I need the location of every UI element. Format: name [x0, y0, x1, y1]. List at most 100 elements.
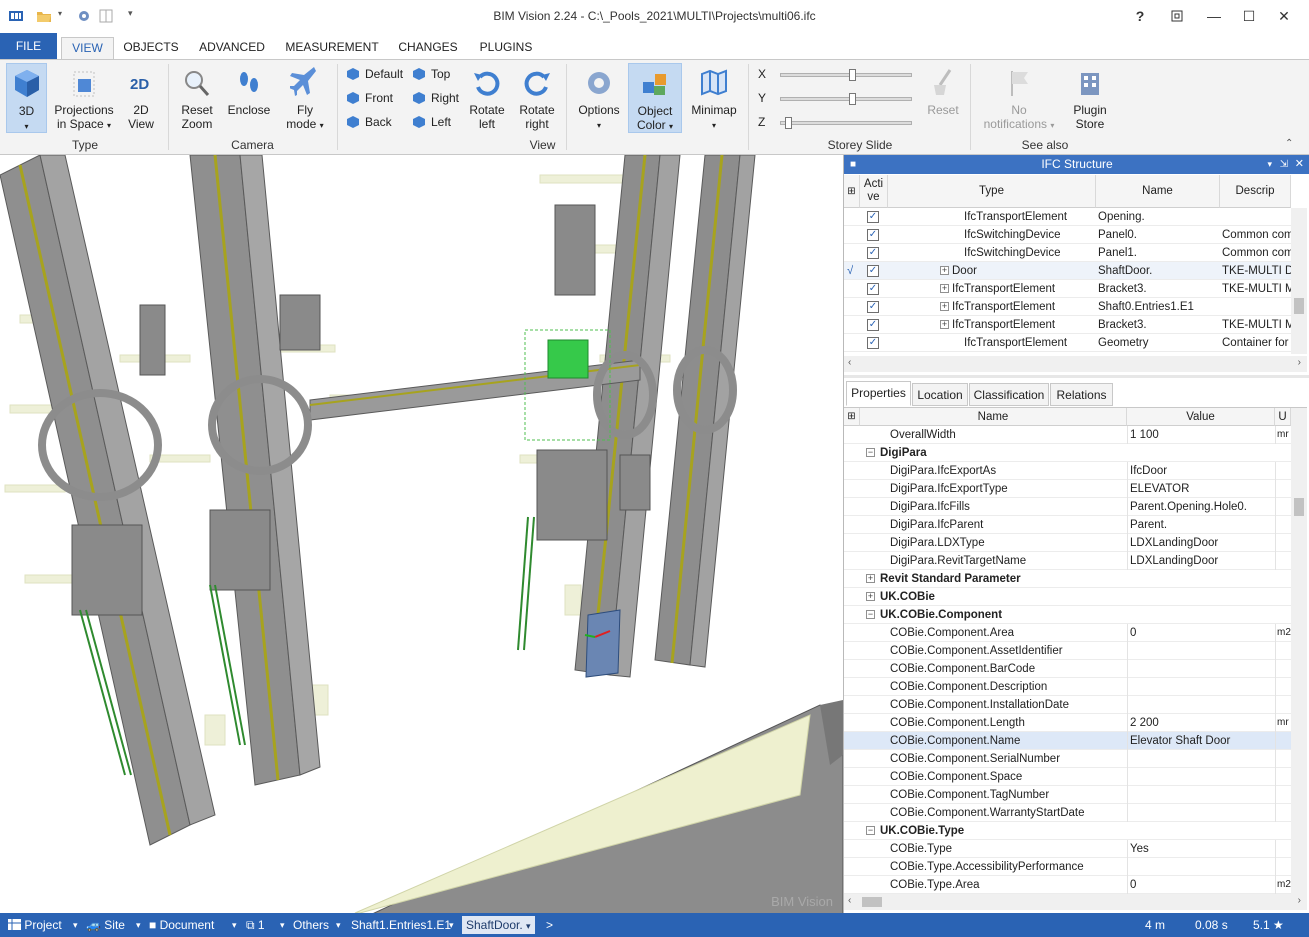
enclose-button[interactable]: Enclose	[225, 63, 273, 133]
notifications-button[interactable]: No notifications ▾	[978, 63, 1060, 133]
expand-icon[interactable]: +	[940, 302, 949, 311]
slider-x-thumb[interactable]	[848, 69, 856, 81]
property-section[interactable]: − UK.COBie.Type	[844, 822, 1291, 840]
property-row[interactable]: DigiPara.IfcExportAs IfcDoor	[844, 462, 1291, 480]
active-checkbox[interactable]: ✓	[867, 247, 879, 259]
view-2d-button[interactable]: 2D 2D View	[121, 63, 161, 133]
view-3d-button[interactable]: 3D ▾	[6, 63, 47, 133]
ifc-row[interactable]: ✓ IfcSwitchingDevice Panel1. Common comp	[844, 244, 1291, 262]
panel-float-icon[interactable]: ⇲	[1280, 155, 1288, 174]
slider-z-thumb[interactable]	[784, 117, 792, 129]
tab-location[interactable]: Location	[912, 383, 968, 406]
panel-menu-icon[interactable]: ▾	[1267, 155, 1272, 174]
breadcrumb-dropdown-icon[interactable]: ▾	[136, 913, 141, 937]
breadcrumb-others[interactable]: Others	[293, 913, 329, 937]
grid-options-icon[interactable]: ⊞	[844, 175, 860, 208]
fly-mode-button[interactable]: Fly mode ▾	[282, 63, 328, 133]
close-button[interactable]: ✕	[1269, 6, 1299, 26]
slider-z[interactable]	[780, 117, 912, 129]
slider-y[interactable]	[780, 93, 912, 105]
active-checkbox[interactable]: ✓	[867, 211, 879, 223]
tab-view[interactable]: VIEW	[61, 37, 114, 60]
properties-vertical-scrollbar[interactable]	[1291, 408, 1307, 894]
expand-icon[interactable]: +	[866, 592, 875, 601]
prop-scroll-right-icon[interactable]: ›	[1298, 895, 1301, 906]
property-row[interactable]: COBie.Type.AccessibilityPerformance	[844, 858, 1291, 876]
ifc-row[interactable]: ✓ + IfcTransportElement Bracket3. TKE-MULTI …	[844, 316, 1291, 334]
prop-scroll-left-icon[interactable]: ‹	[848, 895, 851, 906]
panel-splitter[interactable]	[844, 375, 1309, 378]
active-checkbox[interactable]: ✓	[867, 301, 879, 313]
ifc-row[interactable]: ✓ IfcSwitchingDevice Panel0. Common comp	[844, 226, 1291, 244]
ifc-row[interactable]: ✓ IfcTransportElement Opening.	[844, 208, 1291, 226]
column-description[interactable]: Descrip	[1220, 175, 1291, 208]
ifc-row[interactable]: ✓ + IfcTransportElement Bracket3. TKE-MULTI …	[844, 280, 1291, 298]
tab-objects[interactable]: OBJECTS	[118, 37, 184, 60]
scroll-left-icon[interactable]: ‹	[848, 357, 851, 368]
property-row[interactable]: COBie.Component.InstallationDate	[844, 696, 1291, 714]
view-back-button[interactable]: Back	[345, 113, 392, 131]
breadcrumb-project[interactable]: Project	[8, 913, 62, 937]
property-row[interactable]: COBie.Component.Name Elevator Shaft Door	[844, 732, 1291, 750]
property-row[interactable]: COBie.Component.WarrantyStartDate	[844, 804, 1291, 822]
column-prop-name[interactable]: Name	[860, 408, 1127, 426]
properties-horizontal-scrollbar[interactable]: ‹ ›	[844, 894, 1307, 910]
property-section[interactable]: − DigiPara	[844, 444, 1291, 462]
expand-icon[interactable]: +	[940, 266, 949, 275]
breadcrumb-site[interactable]: 🚙 Site	[86, 913, 125, 937]
3d-viewport[interactable]: BIM Vision	[0, 155, 843, 913]
view-default-button[interactable]: Default	[345, 65, 403, 83]
shaftdoor-dropdown-icon[interactable]: ▾	[526, 921, 531, 931]
view-top-button[interactable]: Top	[411, 65, 450, 83]
active-checkbox[interactable]: ✓	[867, 265, 879, 277]
property-row[interactable]: COBie.Component.AssetIdentifier	[844, 642, 1291, 660]
panel-pin-icon[interactable]: ■	[850, 155, 856, 174]
view-left-button[interactable]: Left	[411, 113, 451, 131]
tab-classification[interactable]: Classification	[969, 383, 1049, 406]
minimap-button[interactable]: Minimap ▾	[688, 63, 740, 133]
breadcrumb-storey[interactable]: ⧉ 1	[246, 913, 265, 937]
property-row[interactable]: COBie.Component.Length 2 200 mr	[844, 714, 1291, 732]
breadcrumb-document[interactable]: ■ Document	[149, 913, 214, 937]
options-button[interactable]: Options ▾	[574, 63, 624, 133]
property-section[interactable]: + Revit Standard Parameter	[844, 570, 1291, 588]
breadcrumb-shaftdoor[interactable]: ShaftDoor. ▾	[462, 916, 535, 934]
ifc-row[interactable]: √ ✓ +Door ShaftDoor. TKE-MULTI Do	[844, 262, 1291, 280]
column-active[interactable]: Acti ve	[860, 175, 888, 208]
view-right-button[interactable]: Right	[411, 89, 459, 107]
active-checkbox[interactable]: ✓	[867, 337, 879, 349]
breadcrumb-dropdown-icon[interactable]: ▾	[449, 913, 454, 937]
breadcrumb-dropdown-icon[interactable]: ▾	[336, 913, 341, 937]
minimize-button[interactable]: —	[1199, 6, 1229, 26]
object-color-button[interactable]: Object Color ▾	[628, 63, 682, 133]
property-section[interactable]: − UK.COBie.Component	[844, 606, 1291, 624]
column-name[interactable]: Name	[1096, 175, 1220, 208]
breadcrumb-entries[interactable]: Shaft1.Entries1.E1	[351, 913, 451, 937]
active-checkbox[interactable]: ✓	[867, 319, 879, 331]
properties-options-icon[interactable]: ⊞	[844, 408, 860, 426]
property-row[interactable]: DigiPara.RevitTargetName LDXLandingDoor	[844, 552, 1291, 570]
property-row[interactable]: COBie.Type.Area 0 m2	[844, 876, 1291, 894]
storey-reset-button[interactable]: Reset	[922, 63, 964, 133]
property-row[interactable]: DigiPara.IfcExportType ELEVATOR	[844, 480, 1291, 498]
properties-scroll-thumb[interactable]	[1294, 498, 1304, 516]
ifc-vertical-scrollbar[interactable]	[1291, 208, 1307, 354]
breadcrumb-dropdown-icon[interactable]: ▾	[73, 913, 78, 937]
active-checkbox[interactable]: ✓	[867, 283, 879, 295]
property-row[interactable]: COBie.Type Yes	[844, 840, 1291, 858]
ifc-scroll-thumb[interactable]	[1294, 298, 1304, 314]
property-row[interactable]: COBie.Component.TagNumber	[844, 786, 1291, 804]
ifc-horizontal-scrollbar[interactable]: ‹ ›	[844, 356, 1307, 372]
collapse-icon[interactable]: −	[866, 448, 875, 457]
scroll-right-icon[interactable]: ›	[1298, 357, 1301, 368]
ifc-row[interactable]: ✓ + IfcTransportElement Shaft0.Entries1.E1	[844, 298, 1291, 316]
tab-measurement[interactable]: MEASUREMENT	[282, 37, 382, 60]
property-section[interactable]: + UK.COBie	[844, 588, 1291, 606]
property-row[interactable]: OverallWidth 1 100 mr	[844, 426, 1291, 444]
tab-properties[interactable]: Properties	[846, 381, 911, 406]
restore-layout-button[interactable]	[1162, 6, 1192, 26]
help-button[interactable]: ?	[1125, 6, 1155, 26]
view-front-button[interactable]: Front	[345, 89, 393, 107]
prop-hscroll-thumb[interactable]	[862, 897, 882, 907]
slider-x[interactable]	[780, 69, 912, 81]
